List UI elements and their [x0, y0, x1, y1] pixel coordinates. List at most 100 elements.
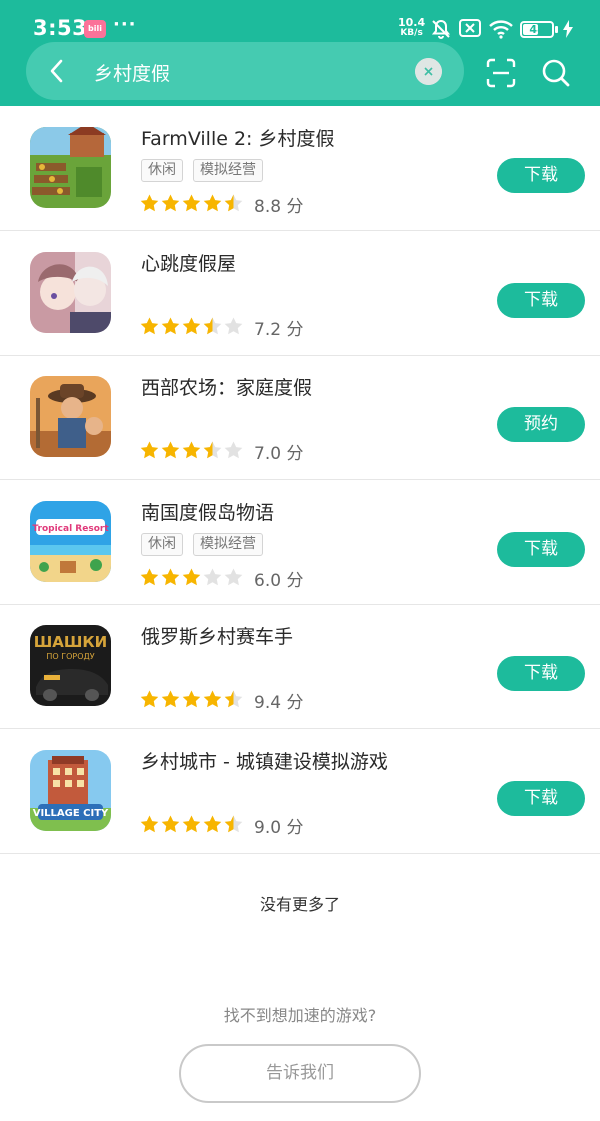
- status-bar: 3:53 bili ··· 10.4 KB/s 48: [0, 0, 600, 40]
- search-query[interactable]: 乡村度假: [94, 59, 170, 86]
- svg-text:ШАШКИ: ШАШКИ: [34, 633, 107, 651]
- download-button[interactable]: 下载: [497, 781, 585, 816]
- svg-text:ПО ГОРОДУ: ПО ГОРОДУ: [46, 652, 94, 661]
- star-icon: [139, 193, 160, 217]
- star-icon: [160, 316, 181, 340]
- game-title[interactable]: 心跳度假屋: [141, 249, 236, 276]
- star-icon: [223, 316, 244, 340]
- game-title[interactable]: 俄罗斯乡村赛车手: [141, 622, 293, 649]
- game-score: 7.0 分: [254, 444, 304, 464]
- download-button[interactable]: 下载: [497, 656, 585, 691]
- clear-icon[interactable]: [415, 58, 442, 85]
- search-icon[interactable]: [541, 58, 571, 88]
- rating-stars: 6.0 分: [139, 566, 303, 591]
- star-icon: [202, 567, 223, 591]
- star-icon: [181, 814, 202, 838]
- network-speed: 10.4 KB/s: [398, 16, 426, 38]
- star-icon: [160, 567, 181, 591]
- svg-text:Tropical Resort: Tropical Resort: [32, 524, 109, 534]
- rating-stars: 7.0 分: [139, 439, 303, 464]
- game-tag: 模拟经营: [193, 533, 263, 556]
- no-more-text: 没有更多了: [259, 895, 340, 914]
- result-row[interactable]: Tropical Resort 南国度假岛物语休闲 模拟经营 6.0 分 下载: [0, 480, 600, 605]
- game-title[interactable]: 乡村城市 - 城镇建设模拟游戏: [141, 747, 388, 774]
- rating-stars: 9.4 分: [139, 688, 303, 713]
- more-notifications-indicator: ···: [113, 14, 137, 35]
- network-speed-unit: KB/s: [400, 28, 423, 38]
- game-icon[interactable]: [30, 127, 111, 208]
- battery-icon: 48: [520, 21, 554, 38]
- game-tag: 休闲: [141, 159, 183, 182]
- star-icon: [202, 814, 223, 838]
- svg-text:VILLAGE CITY: VILLAGE CITY: [33, 808, 109, 819]
- star-icon: [160, 440, 181, 464]
- status-time: 3:53: [33, 16, 88, 40]
- download-button[interactable]: 下载: [497, 158, 585, 193]
- game-title[interactable]: 南国度假岛物语: [141, 498, 274, 525]
- star-icon: [139, 689, 160, 713]
- game-icon[interactable]: [30, 376, 111, 457]
- result-row[interactable]: 西部农场：家庭度假 7.0 分 预约: [0, 355, 600, 480]
- tell-us-button[interactable]: 告诉我们: [179, 1044, 421, 1103]
- star-icon: [181, 567, 202, 591]
- download-button[interactable]: 下载: [497, 532, 585, 567]
- game-title[interactable]: 西部农场：家庭度假: [141, 373, 312, 400]
- star-icon: [223, 567, 244, 591]
- star-icon: [181, 193, 202, 217]
- game-tags: 休闲 模拟经营: [141, 533, 263, 556]
- game-icon[interactable]: ШАШКИ ПО ГОРОДУ: [30, 625, 111, 706]
- game-score: 9.4 分: [254, 693, 304, 713]
- result-row[interactable]: FarmVille 2: 乡村度假休闲 模拟经营 8.8 分 下载: [0, 106, 600, 231]
- star-icon: [181, 689, 202, 713]
- wifi-icon: [489, 20, 513, 39]
- result-row[interactable]: ШАШКИ ПО ГОРОДУ 俄罗斯乡村赛车手 9.4 分 下载: [0, 604, 600, 729]
- battery-cap: [555, 26, 558, 33]
- cant-find-text: 找不到想加速的游戏?: [223, 1006, 377, 1025]
- bilibili-notification-icon: bili: [84, 20, 106, 38]
- download-button[interactable]: 下载: [497, 283, 585, 318]
- star-icon: [202, 440, 223, 464]
- rating-stars: 9.0 分: [139, 813, 303, 838]
- back-arrow-icon[interactable]: [44, 58, 70, 84]
- star-icon: [139, 814, 160, 838]
- star-icon: [202, 689, 223, 713]
- reserve-button[interactable]: 预约: [497, 407, 585, 442]
- rating-stars: 7.2 分: [139, 315, 303, 340]
- result-row[interactable]: VILLAGE CITY 乡村城市 - 城镇建设模拟游戏 9.0 分 下载: [0, 729, 600, 854]
- star-icon: [181, 316, 202, 340]
- game-icon[interactable]: VILLAGE CITY: [30, 750, 111, 831]
- charging-icon: [563, 20, 573, 38]
- star-icon: [202, 316, 223, 340]
- game-score: 7.2 分: [254, 320, 304, 340]
- no-sim-icon: [459, 19, 481, 37]
- star-icon: [202, 193, 223, 217]
- star-icon: [181, 440, 202, 464]
- rating-stars: 8.8 分: [139, 192, 303, 217]
- game-tags: 休闲 模拟经营: [141, 159, 263, 182]
- search-box[interactable]: 乡村度假: [26, 42, 464, 100]
- game-score: 8.8 分: [254, 197, 304, 217]
- star-icon: [139, 567, 160, 591]
- mute-bell-icon: [431, 19, 451, 39]
- star-icon: [223, 814, 244, 838]
- battery-level: 48: [529, 23, 545, 36]
- star-icon: [139, 316, 160, 340]
- game-tag: 模拟经营: [193, 159, 263, 182]
- game-icon[interactable]: [30, 252, 111, 333]
- star-icon: [223, 689, 244, 713]
- scan-icon[interactable]: [486, 58, 516, 88]
- result-row[interactable]: 心跳度假屋 7.2 分 下载: [0, 231, 600, 356]
- game-tag: 休闲: [141, 533, 183, 556]
- star-icon: [160, 689, 181, 713]
- game-title[interactable]: FarmVille 2: 乡村度假: [141, 124, 335, 151]
- star-icon: [139, 440, 160, 464]
- star-icon: [223, 193, 244, 217]
- game-score: 6.0 分: [254, 571, 304, 591]
- network-speed-value: 10.4: [398, 16, 426, 29]
- game-icon[interactable]: Tropical Resort: [30, 501, 111, 582]
- top-bar: 3:53 bili ··· 10.4 KB/s 48 乡村度假: [0, 0, 600, 106]
- star-icon: [160, 814, 181, 838]
- game-score: 9.0 分: [254, 818, 304, 838]
- star-icon: [160, 193, 181, 217]
- star-icon: [223, 440, 244, 464]
